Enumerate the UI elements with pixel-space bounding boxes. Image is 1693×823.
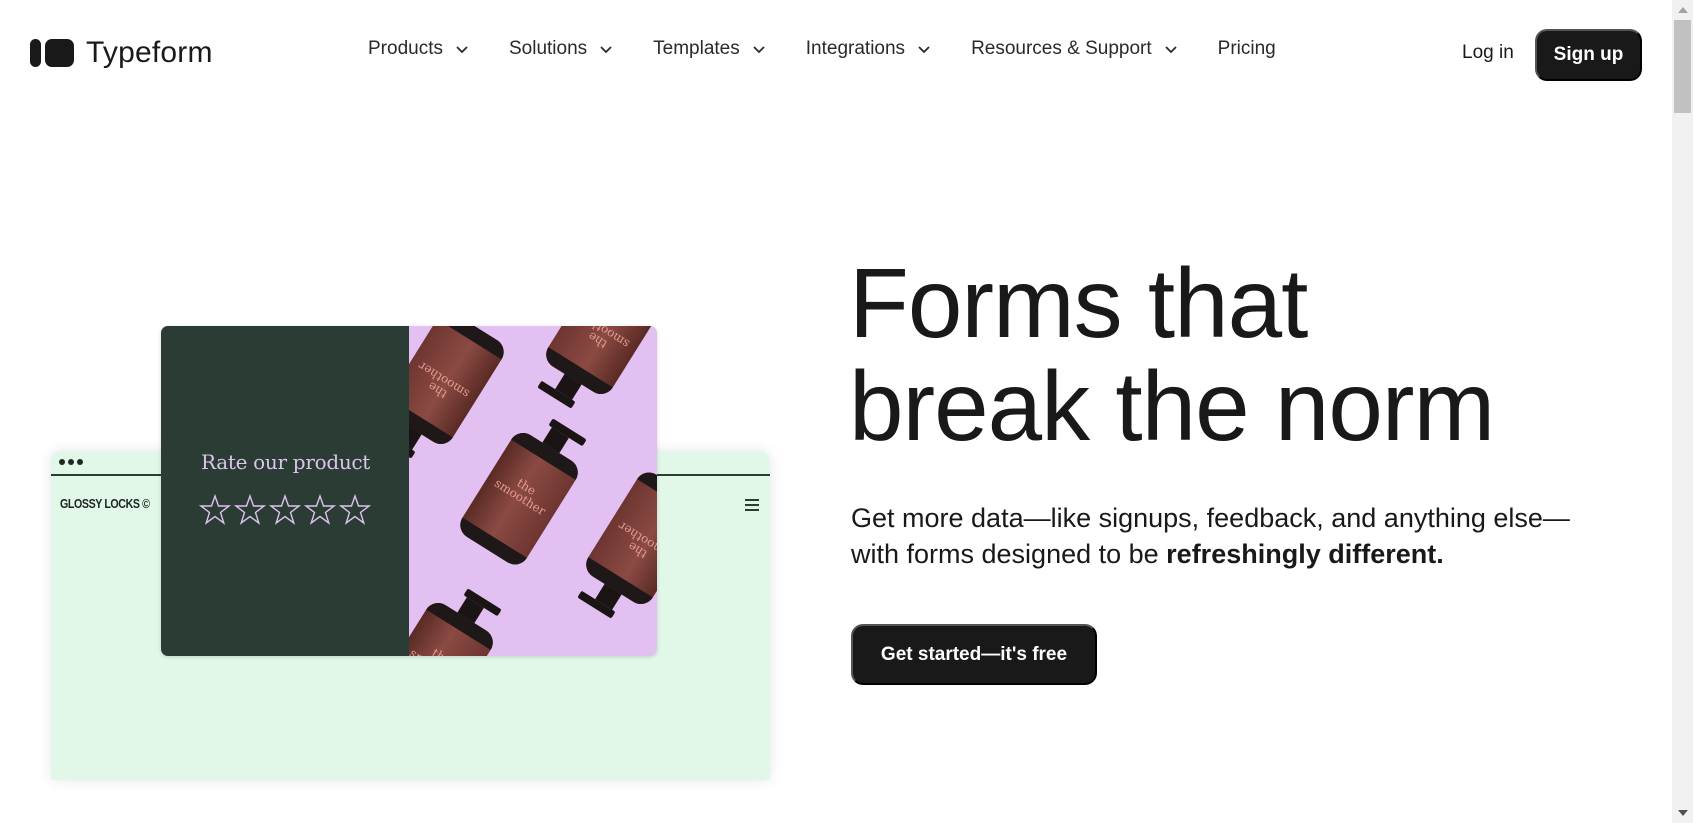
typeform-logo-icon: [30, 39, 74, 67]
nav-products-label: Products: [368, 38, 443, 59]
nav-resources-support[interactable]: Resources & Support: [971, 38, 1178, 60]
scrollbar-thumb[interactable]: [1674, 20, 1691, 113]
hamburger-menu-icon: [745, 499, 759, 514]
signup-button[interactable]: Sign up: [1535, 29, 1642, 81]
product-image: the smoother the smoother the smoother the s…: [409, 326, 657, 656]
scroll-up-arrow-icon[interactable]: [1672, 2, 1693, 18]
star-icon[interactable]: [304, 494, 336, 526]
star-icon[interactable]: [339, 494, 371, 526]
main-nav: Products Solutions Templates Integration…: [368, 38, 1276, 60]
page-scrollbar[interactable]: [1672, 0, 1693, 823]
nav-templates-label: Templates: [653, 38, 740, 59]
nav-resources-label: Resources & Support: [971, 38, 1152, 59]
nav-solutions-label: Solutions: [508, 38, 588, 59]
nav-products[interactable]: Products: [368, 38, 469, 60]
typeform-logo[interactable]: Typeform: [30, 36, 213, 70]
headline-line-2: break the norm: [849, 351, 1495, 461]
nav-pricing-label: Pricing: [1217, 38, 1276, 59]
star-icon[interactable]: [269, 494, 301, 526]
nav-templates[interactable]: Templates: [653, 38, 766, 60]
chevron-down-icon: [1165, 46, 1177, 54]
product-bottle-image: thesmoother: [409, 326, 509, 475]
scroll-down-arrow-icon[interactable]: [1672, 805, 1693, 821]
product-bottle-image: thesmoother: [565, 467, 657, 634]
nav-integrations-label: Integrations: [805, 38, 906, 59]
chevron-down-icon: [456, 46, 468, 54]
rating-form-card: Rate our product the smoother the smoother…: [161, 326, 657, 656]
product-bottle-image: thesmoother: [409, 572, 514, 656]
subheading-emphasis: refreshingly different.: [1166, 539, 1444, 569]
chevron-down-icon: [918, 46, 930, 54]
nav-solutions[interactable]: Solutions: [509, 38, 613, 60]
more-dots-icon: [59, 459, 83, 465]
hero-subheading: Get more data—like signups, feedback, an…: [851, 500, 1571, 572]
rating-question: Rate our product: [201, 450, 371, 474]
nav-integrations[interactable]: Integrations: [806, 38, 931, 60]
login-link[interactable]: Log in: [1462, 42, 1514, 64]
rating-question-panel: Rate our product: [161, 326, 409, 656]
logo-text: Typeform: [86, 36, 213, 69]
mockup-brand-name: GLOSSY LOCKS ©: [60, 496, 150, 511]
nav-pricing[interactable]: Pricing: [1218, 38, 1276, 60]
headline-line-1: Forms that: [849, 248, 1308, 358]
hero-headline: Forms that break the norm: [849, 252, 1495, 461]
star-icon[interactable]: [234, 494, 266, 526]
star-rating: [199, 494, 371, 526]
site-header: Typeform Products Solutions Templates In…: [0, 0, 1672, 108]
product-bottle-image: thesmoother: [455, 402, 599, 570]
chevron-down-icon: [600, 46, 612, 54]
chevron-down-icon: [753, 46, 765, 54]
get-started-button[interactable]: Get started—it's free: [851, 624, 1097, 685]
star-icon[interactable]: [199, 494, 231, 526]
